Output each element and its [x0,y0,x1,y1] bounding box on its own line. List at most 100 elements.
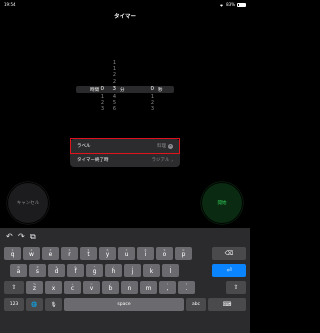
key-x[interactable]: -x [45,281,62,294]
cancel-button[interactable]: キャンセル [8,183,48,223]
key-i-label: i [144,251,147,258]
key-period[interactable]: ?. [178,281,195,294]
key-p-label: p [181,251,186,258]
key-b-alt: / [109,282,111,286]
when-timer-ends-value: ラジアル [151,158,170,163]
key-e-label: e [48,251,53,258]
hide-keyboard-key[interactable]: ⌨ [208,298,246,311]
key-u-label: u [124,251,129,258]
key-k-alt: ' [151,265,152,269]
globe-key[interactable]: 🌐 [26,298,43,311]
key-l-alt: " [169,265,172,269]
minutes-wheel[interactable]: 1 1 2 2 3 4 5 6 [92,60,122,112]
key-y[interactable]: 6y [99,247,116,260]
key-j[interactable]: ) j [124,264,141,277]
abc-key-label: abc [191,302,201,307]
key-h[interactable]: (h [105,264,122,277]
keyboard: ↶ ↷ ⧉ 1q 2w 3e 4r 5t 6y 7u 8i 9o 0p ⌫ @ a… [0,228,250,333]
undo-icon[interactable]: ↶ [6,232,13,241]
when-timer-ends-title: タイマー終了時 [77,158,109,163]
dictation-key[interactable]: 🎙 [45,298,62,311]
seconds-unit: 秒 [158,88,163,93]
minutes-value: 2 [112,72,116,78]
seconds-wheel[interactable]: 0 1 2 3 [124,60,155,112]
key-v[interactable]: = v [83,281,100,294]
key-d-alt: $ [55,265,58,269]
key-q[interactable]: 1q [4,247,21,260]
paste-icon[interactable]: ⧉ [30,232,36,242]
key-r[interactable]: 4r [61,247,78,260]
key-b[interactable]: / b [102,281,119,294]
time-picker[interactable]: 0 1 2 3 時間 1 1 2 2 3 4 5 6 分 0 1 2 3 秒 [70,60,180,112]
key-g[interactable]: * g [86,264,103,277]
key-d[interactable]: $ d [48,264,65,277]
key-m[interactable]: :m [140,281,157,294]
key-f-alt: & [74,265,77,269]
start-button[interactable]: 開始 [202,183,242,223]
redo-icon[interactable]: ↷ [18,232,25,241]
space-key[interactable]: space [64,298,184,311]
seconds-selected: 0 [150,86,155,92]
chevron-right-icon: › [171,157,173,163]
key-a[interactable]: @ a [10,264,27,277]
key-r-label: r [68,251,71,258]
delete-icon: ⌫ [224,250,234,257]
key-y-alt: 6 [106,248,109,252]
key-q-alt: 1 [11,248,14,252]
key-f[interactable]: & f [67,264,84,277]
key-i[interactable]: 8i [137,247,154,260]
key-c[interactable]: + c [64,281,81,294]
shift-key[interactable]: ⇧ [4,281,24,294]
status-bar: 19:54 83% [0,0,250,9]
key-l[interactable]: " l [162,264,179,277]
key-e[interactable]: 3e [42,247,59,260]
key-c-alt: + [71,282,74,286]
abc-key[interactable]: abc [186,298,206,311]
key-d-label: d [54,268,59,275]
key-k[interactable]: ' k [143,264,160,277]
key-n-label: n [127,285,132,292]
delete-key[interactable]: ⌫ [212,247,246,260]
key-j-alt: ) [131,265,134,269]
wifi-icon [220,3,224,7]
shift-icon: ⇧ [11,284,17,291]
return-icon: ⏎ [226,267,232,274]
key-t[interactable]: 5t [80,247,97,260]
key-w[interactable]: 2w [23,247,40,260]
key-a-alt: @ [17,265,20,269]
return-key[interactable]: ⏎ [212,264,246,277]
label-row-highlight-box [70,138,180,154]
numbers-key[interactable]: 123 [4,298,24,311]
key-i-alt: 8 [144,248,147,252]
key-v-label: v [89,285,94,292]
keyboard-toolbar: ↶ ↷ ⧉ [0,228,250,245]
key-e-alt: 3 [49,248,52,252]
space-key-label: space [117,302,131,307]
key-period-alt: ? [185,282,188,286]
shift-key-right[interactable]: ⇧ [226,281,246,294]
key-b-label: b [108,285,113,292]
key-f-label: f [74,268,77,275]
key-s-alt: # [36,265,39,269]
key-n[interactable]: ; n [121,281,138,294]
minutes-value: 2 [112,79,116,85]
key-a-label: a [16,268,21,275]
key-c-label: c [70,285,75,292]
minutes-value: 6 [112,106,116,112]
key-p[interactable]: 0p [175,247,192,260]
key-u[interactable]: 7u [118,247,135,260]
key-p-alt: 0 [182,248,185,252]
key-t-label: t [87,251,90,258]
battery-percent: 83% [226,2,235,7]
key-z[interactable]: % z [26,281,43,294]
key-q-label: q [10,251,15,258]
key-s[interactable]: # s [29,264,46,277]
key-o-label: o [162,251,167,258]
key-g-label: g [92,268,97,275]
key-h-label: h [111,268,116,275]
key-period-label: . [185,285,188,292]
when-timer-ends-row[interactable]: タイマー終了時 ラジアル › [70,154,180,166]
key-comma[interactable]: !, [159,281,176,294]
seconds-value: 3 [150,106,154,112]
key-o[interactable]: 9o [156,247,173,260]
